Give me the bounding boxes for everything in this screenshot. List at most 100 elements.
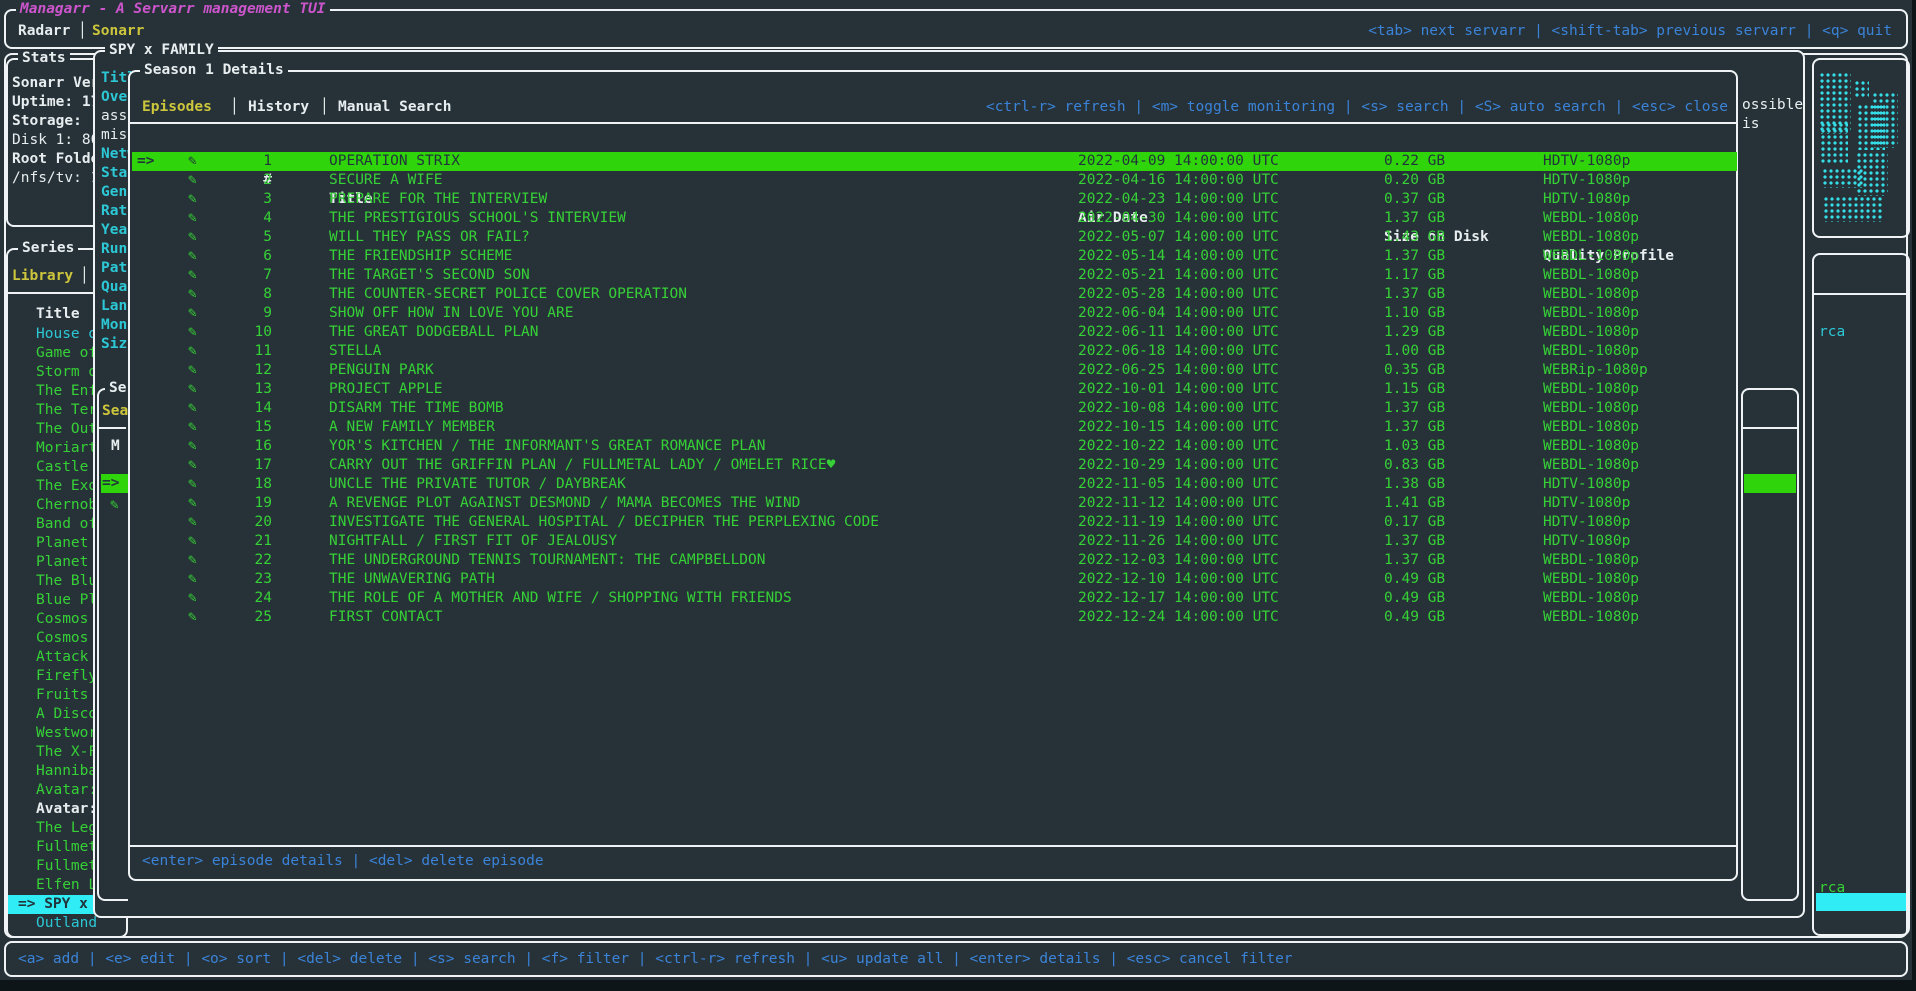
episode-air-date: 2022-04-23 14:00:00 UTC <box>1078 190 1279 209</box>
episode-title: THE UNDERGROUND TENNIS TOURNAMENT: THE C… <box>329 551 766 570</box>
episode-row[interactable]: ✎ 3 PREPARE FOR THE INTERVIEW 2022-04-23… <box>132 190 1737 209</box>
episode-row[interactable]: ✎ 17 CARRY OUT THE GRIFFIN PLAN / FULLME… <box>132 456 1737 475</box>
monitored-icon: ✎ <box>188 399 197 418</box>
episode-size: 0.20 GB <box>1384 171 1445 190</box>
episode-row[interactable]: ✎ 21 NIGHTFALL / FIRST FIT OF JEALOUSY 2… <box>132 532 1737 551</box>
selected-item-highlight <box>1816 893 1906 911</box>
episode-row[interactable]: ✎ 18 UNCLE THE PRIVATE TUTOR / DAYBREAK … <box>132 475 1737 494</box>
episode-air-date: 2022-11-26 14:00:00 UTC <box>1078 532 1279 551</box>
tab-radarr[interactable]: Radarr <box>18 22 70 41</box>
selected-season-row[interactable]: => <box>101 474 128 493</box>
tab-manual-search[interactable]: Manual Search <box>338 98 452 117</box>
episode-size: 1.41 GB <box>1384 494 1445 513</box>
monitored-icon: ✎ <box>188 266 197 285</box>
episode-quality: HDTV-1080p <box>1543 152 1630 171</box>
episode-row[interactable]: ✎ 23 THE UNWAVERING PATH 2022-12-10 14:0… <box>132 570 1737 589</box>
episode-number: 12 <box>232 361 272 380</box>
episode-row[interactable]: ✎ 4 THE PRESTIGIOUS SCHOOL'S INTERVIEW 2… <box>132 209 1737 228</box>
episode-number: 17 <box>232 456 272 475</box>
episode-number: 18 <box>232 475 272 494</box>
selected-arrow: => <box>102 474 119 493</box>
episode-size: 1.37 GB <box>1384 399 1445 418</box>
tab-sonarr[interactable]: Sonarr <box>92 22 144 41</box>
episode-row[interactable]: ✎ 11 STELLA 2022-06-18 14:00:00 UTC 1.00… <box>132 342 1737 361</box>
episode-table: => ✎ 1 OPERATION STRIX 2022-04-09 14:00:… <box>132 152 1737 627</box>
episode-row[interactable]: ✎ 19 A REVENGE PLOT AGAINST DESMOND / MA… <box>132 494 1737 513</box>
episode-air-date: 2022-04-09 14:00:00 UTC <box>1078 152 1279 171</box>
tab-separator: │ <box>320 98 329 117</box>
series-detail-label: Path: <box>101 259 131 278</box>
episode-air-date: 2022-04-16 14:00:00 UTC <box>1078 171 1279 190</box>
episode-size: 1.37 GB <box>1384 551 1445 570</box>
episode-title: DISARM THE TIME BOMB <box>329 399 504 418</box>
monitored-icon: ✎ <box>188 152 197 171</box>
episode-title: PENGUIN PARK <box>329 361 434 380</box>
episode-air-date: 2022-05-07 14:00:00 UTC <box>1078 228 1279 247</box>
episode-row[interactable]: ✎ 9 SHOW OFF HOW IN LOVE YOU ARE 2022-06… <box>132 304 1737 323</box>
top-keybinds: <tab> next servarr | <shift-tab> previou… <box>1368 22 1892 41</box>
episode-size: 0.49 GB <box>1384 608 1445 627</box>
seasons-column-header: M <box>111 437 120 456</box>
series-poster-dot-art <box>1872 92 1898 148</box>
episode-title: CARRY OUT THE GRIFFIN PLAN / FULLMETAL L… <box>329 456 835 475</box>
episode-quality: WEBDL-1080p <box>1543 380 1639 399</box>
episode-row[interactable]: ✎ 10 THE GREAT DODGEBALL PLAN 2022-06-11… <box>132 323 1737 342</box>
episode-row[interactable]: ✎ 14 DISARM THE TIME BOMB 2022-10-08 14:… <box>132 399 1737 418</box>
monitored-icon: ✎ <box>188 608 197 627</box>
episode-row[interactable]: ✎ 13 PROJECT APPLE 2022-10-01 14:00:00 U… <box>132 380 1737 399</box>
episode-air-date: 2022-06-18 14:00:00 UTC <box>1078 342 1279 361</box>
episode-size: 1.43 GB <box>1384 228 1445 247</box>
episode-row[interactable]: => ✎ 1 OPERATION STRIX 2022-04-09 14:00:… <box>132 152 1737 171</box>
tab-episodes[interactable]: Episodes <box>142 98 212 117</box>
episode-row[interactable]: ✎ 15 A NEW FAMILY MEMBER 2022-10-15 14:0… <box>132 418 1737 437</box>
episode-number: 6 <box>232 247 272 266</box>
episode-row[interactable]: ✎ 2 SECURE A WIFE 2022-04-16 14:00:00 UT… <box>132 171 1737 190</box>
clipped-overview-text: is <box>1742 115 1759 134</box>
episode-row[interactable]: ✎ 12 PENGUIN PARK 2022-06-25 14:00:00 UT… <box>132 361 1737 380</box>
episode-title: THE ROLE OF A MOTHER AND WIFE / SHOPPING… <box>329 589 792 608</box>
episode-size: 1.37 GB <box>1384 285 1445 304</box>
episode-row[interactable]: ✎ 24 THE ROLE OF A MOTHER AND WIFE / SHO… <box>132 589 1737 608</box>
monitored-icon: ✎ <box>188 589 197 608</box>
monitored-icon: ✎ <box>188 494 197 513</box>
app-title: Managarr - A Servarr management TUI <box>16 0 330 19</box>
episode-title: THE COUNTER-SECRET POLICE COVER OPERATIO… <box>329 285 687 304</box>
episode-table-header: ✎ # Title Air Date Size on Disk Quality … <box>132 133 1737 152</box>
monitored-icon: ✎ <box>188 285 197 304</box>
episode-title: THE PRESTIGIOUS SCHOOL'S INTERVIEW <box>329 209 626 228</box>
tab-history[interactable]: History <box>248 98 309 117</box>
episode-row[interactable]: ✎ 8 THE COUNTER-SECRET POLICE COVER OPER… <box>132 285 1737 304</box>
episode-quality: WEBDL-1080p <box>1543 589 1639 608</box>
episode-row[interactable]: ✎ 7 THE TARGET'S SECOND SON 2022-05-21 1… <box>132 266 1737 285</box>
episode-quality: WEBDL-1080p <box>1543 323 1639 342</box>
episode-quality: WEBDL-1080p <box>1543 342 1639 361</box>
episode-title: STELLA <box>329 342 381 361</box>
series-detail-label: Netwo <box>101 145 131 164</box>
seasons-tab[interactable]: Sea <box>102 402 128 421</box>
episode-number: 1 <box>232 152 272 171</box>
episode-quality: HDTV-1080p <box>1543 475 1630 494</box>
episode-number: 16 <box>232 437 272 456</box>
episode-row[interactable]: ✎ 5 WILL THEY PASS OR FAIL? 2022-05-07 1… <box>132 228 1737 247</box>
episode-row[interactable]: ✎ 25 FIRST CONTACT 2022-12-24 14:00:00 U… <box>132 608 1737 627</box>
episode-air-date: 2022-06-11 14:00:00 UTC <box>1078 323 1279 342</box>
library-tab[interactable]: Library <box>12 267 73 286</box>
episode-number: 14 <box>232 399 272 418</box>
selected-arrow: => <box>137 152 154 171</box>
episode-quality: WEBDL-1080p <box>1543 228 1639 247</box>
season-details-popup: Season 1 Details Episodes │ History │ Ma… <box>128 70 1738 881</box>
series-detail-label: missi <box>101 126 131 145</box>
monitored-icon: ✎ <box>188 342 197 361</box>
app-frame: Managarr - A Servarr management TUI Rada… <box>4 9 1908 49</box>
selected-season-row <box>1744 474 1796 493</box>
seasons-panel-title: Se <box>105 379 130 398</box>
episode-row[interactable]: ✎ 20 INVESTIGATE THE GENERAL HOSPITAL / … <box>132 513 1737 532</box>
episode-air-date: 2022-12-10 14:00:00 UTC <box>1078 570 1279 589</box>
monitored-icon: ✎ <box>188 380 197 399</box>
episode-row[interactable]: ✎ 6 THE FRIENDSHIP SCHEME 2022-05-14 14:… <box>132 247 1737 266</box>
episode-row[interactable]: ✎ 22 THE UNDERGROUND TENNIS TOURNAMENT: … <box>132 551 1737 570</box>
episode-number: 20 <box>232 513 272 532</box>
episode-quality: WEBDL-1080p <box>1543 570 1639 589</box>
episode-row[interactable]: ✎ 16 YOR'S KITCHEN / THE INFORMANT'S GRE… <box>132 437 1737 456</box>
bottom-keybinds: <a> add | <e> edit | <o> sort | <del> de… <box>18 950 1293 969</box>
